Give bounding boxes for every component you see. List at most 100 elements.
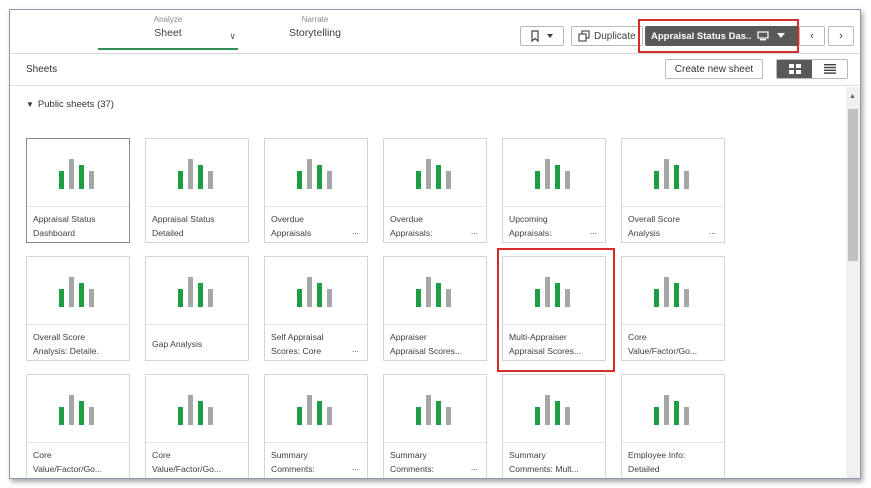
sheet-title-line2: Scores: Core xyxy=(271,346,322,356)
chevron-down-icon[interactable]: ∨ xyxy=(229,31,236,42)
bar-chart-icon xyxy=(416,276,451,307)
duplicate-icon xyxy=(578,30,590,42)
bar-chart-icon xyxy=(535,394,570,425)
sheet-title-line2: Dashboard xyxy=(33,228,76,238)
chevron-left-icon: ‹ xyxy=(810,30,814,42)
sheet-card[interactable]: Summary Comments:... xyxy=(383,374,487,478)
sheet-card[interactable]: Core Value/Factor/Go... xyxy=(621,256,725,361)
bar-chart-icon xyxy=(297,394,332,425)
bar-chart-icon xyxy=(535,158,570,189)
sheet-card-title: Overdue Appraisals xyxy=(271,212,363,240)
sheets-grid-area: ▼ Public sheets (37) Appraisal Status Das… xyxy=(10,87,846,478)
sheet-card[interactable]: Gap Analysis xyxy=(145,256,249,361)
sheet-title-line1: Appraiser xyxy=(390,332,427,342)
bar-chart-icon xyxy=(59,394,94,425)
sheet-card-title: Core Value/Factor/Go... xyxy=(628,330,720,358)
create-new-sheet-label: Create new sheet xyxy=(674,63,754,75)
sheet-thumbnail xyxy=(265,257,367,325)
truncation-ellipsis: ... xyxy=(351,462,359,472)
truncation-ellipsis: ... xyxy=(351,344,359,354)
sheet-card[interactable]: Appraisal Status Detailed xyxy=(145,138,249,243)
bookmark-button[interactable] xyxy=(520,26,564,46)
scroll-thumb[interactable] xyxy=(848,109,858,261)
sheet-title-line1: Overdue xyxy=(390,214,423,224)
storytelling-label: Storytelling xyxy=(289,27,341,39)
sheet-card[interactable]: Overdue Appraisals:... xyxy=(383,138,487,243)
scroll-up-arrow-icon[interactable]: ▲ xyxy=(849,93,856,100)
sheet-card-title: Gap Analysis xyxy=(152,337,244,365)
truncation-ellipsis: ... xyxy=(470,226,478,236)
sheet-card-title: Core Value/Factor/Go... xyxy=(33,448,125,476)
vertical-scrollbar[interactable]: ▲ xyxy=(846,87,860,478)
sheet-title-line2: Appraisals: xyxy=(390,228,433,238)
sheet-card[interactable]: Overdue Appraisals... xyxy=(264,138,368,243)
sheet-thumbnail xyxy=(384,257,486,325)
public-sheets-label: Public sheets (37) xyxy=(37,99,114,110)
sheet-card[interactable]: Overall Score Analysis... xyxy=(621,138,725,243)
truncation-ellipsis: ... xyxy=(351,226,359,236)
sheet-card[interactable]: Appraisal Status Dashboard xyxy=(26,138,130,243)
bar-chart-icon xyxy=(178,276,213,307)
caret-down-icon xyxy=(546,34,553,38)
sheet-card[interactable]: Self Appraisal Scores: Core... xyxy=(264,256,368,361)
sheet-card[interactable]: Appraiser Appraisal Scores... xyxy=(383,256,487,361)
truncation-ellipsis: ... xyxy=(589,226,597,236)
duplicate-label: Duplicate xyxy=(594,30,636,42)
analyze-sheet-tab[interactable]: Analyze Sheet ∨ xyxy=(98,14,238,50)
bar-chart-icon xyxy=(654,394,689,425)
highlight-box xyxy=(638,19,799,53)
sheet-card-title: Employee Info: Detailed xyxy=(628,448,720,476)
sheet-card-title: Overdue Appraisals: xyxy=(390,212,482,240)
bar-chart-icon xyxy=(416,158,451,189)
sheet-card-title: Summary Comments: xyxy=(271,448,363,476)
bar-chart-icon xyxy=(654,158,689,189)
sheet-title-line1: Overall Score xyxy=(33,332,86,342)
sheet-thumbnail xyxy=(384,139,486,207)
grid-view-button[interactable] xyxy=(777,60,812,78)
bar-chart-icon xyxy=(297,158,332,189)
create-new-sheet-button[interactable]: Create new sheet xyxy=(665,59,763,79)
sheet-card[interactable]: Core Value/Factor/Go... xyxy=(145,374,249,478)
sheet-title-line2: Value/Factor/Go... xyxy=(628,346,698,356)
sheet-thumbnail xyxy=(265,375,367,443)
sheet-title-line1: Summary xyxy=(509,450,546,460)
list-view-button[interactable] xyxy=(812,60,847,78)
narrate-storytelling-tab[interactable]: Narrate Storytelling xyxy=(250,14,380,50)
bar-chart-icon xyxy=(416,394,451,425)
bookmark-icon xyxy=(530,30,539,42)
sheet-card[interactable]: Summary Comments:... xyxy=(264,374,368,478)
sheet-title-line1: Overdue xyxy=(271,214,304,224)
sheet-card[interactable]: Employee Info: Detailed xyxy=(621,374,725,478)
bar-chart-icon xyxy=(59,276,94,307)
sheet-card-title: Overall Score Analysis xyxy=(628,212,720,240)
top-toolbar: Analyze Sheet ∨ Narrate Storytelling Dup… xyxy=(10,10,860,54)
sheet-title-line2: Detailed xyxy=(152,228,184,238)
sheet-card-title: Summary Comments: xyxy=(390,448,482,476)
list-icon xyxy=(823,64,836,74)
sheet-title-line1: Appraisal Status xyxy=(152,214,215,224)
sheet-thumbnail xyxy=(384,375,486,443)
next-sheet-button[interactable]: › xyxy=(828,26,854,46)
sheet-title-line2: Value/Factor/Go... xyxy=(152,464,222,474)
sheet-card-title: Appraiser Appraisal Scores... xyxy=(390,330,482,358)
previous-sheet-button[interactable]: ‹ xyxy=(799,26,825,46)
sheet-title-line2: Analysis: Detaile. xyxy=(33,346,99,356)
sheet-thumbnail xyxy=(146,139,248,207)
sheet-title-line2: Detailed xyxy=(628,464,660,474)
sheet-card[interactable]: Upcoming Appraisals:... xyxy=(502,138,606,243)
sheet-card[interactable]: Overall Score Analysis: Detaile. xyxy=(26,256,130,361)
public-sheets-toggle[interactable]: ▼ Public sheets (37) xyxy=(26,99,114,110)
sheet-title-line2: Analysis xyxy=(628,228,660,238)
sheet-card[interactable]: Core Value/Factor/Go... xyxy=(26,374,130,478)
truncation-ellipsis: ... xyxy=(708,226,716,236)
sheet-title-line2: Value/Factor/Go... xyxy=(33,464,103,474)
sheet-thumbnail xyxy=(622,375,724,443)
sheet-thumbnail xyxy=(27,375,129,443)
sheet-title-line1: Upcoming xyxy=(509,214,548,224)
sheet-title-line2: Comments: Mult... xyxy=(509,464,579,474)
sheet-card[interactable]: Summary Comments: Mult... xyxy=(502,374,606,478)
grid-icon xyxy=(788,64,801,74)
sheet-title-line1: Self Appraisal xyxy=(271,332,324,342)
sheet-card-title: Self Appraisal Scores: Core xyxy=(271,330,363,358)
duplicate-button[interactable]: Duplicate xyxy=(571,26,643,46)
